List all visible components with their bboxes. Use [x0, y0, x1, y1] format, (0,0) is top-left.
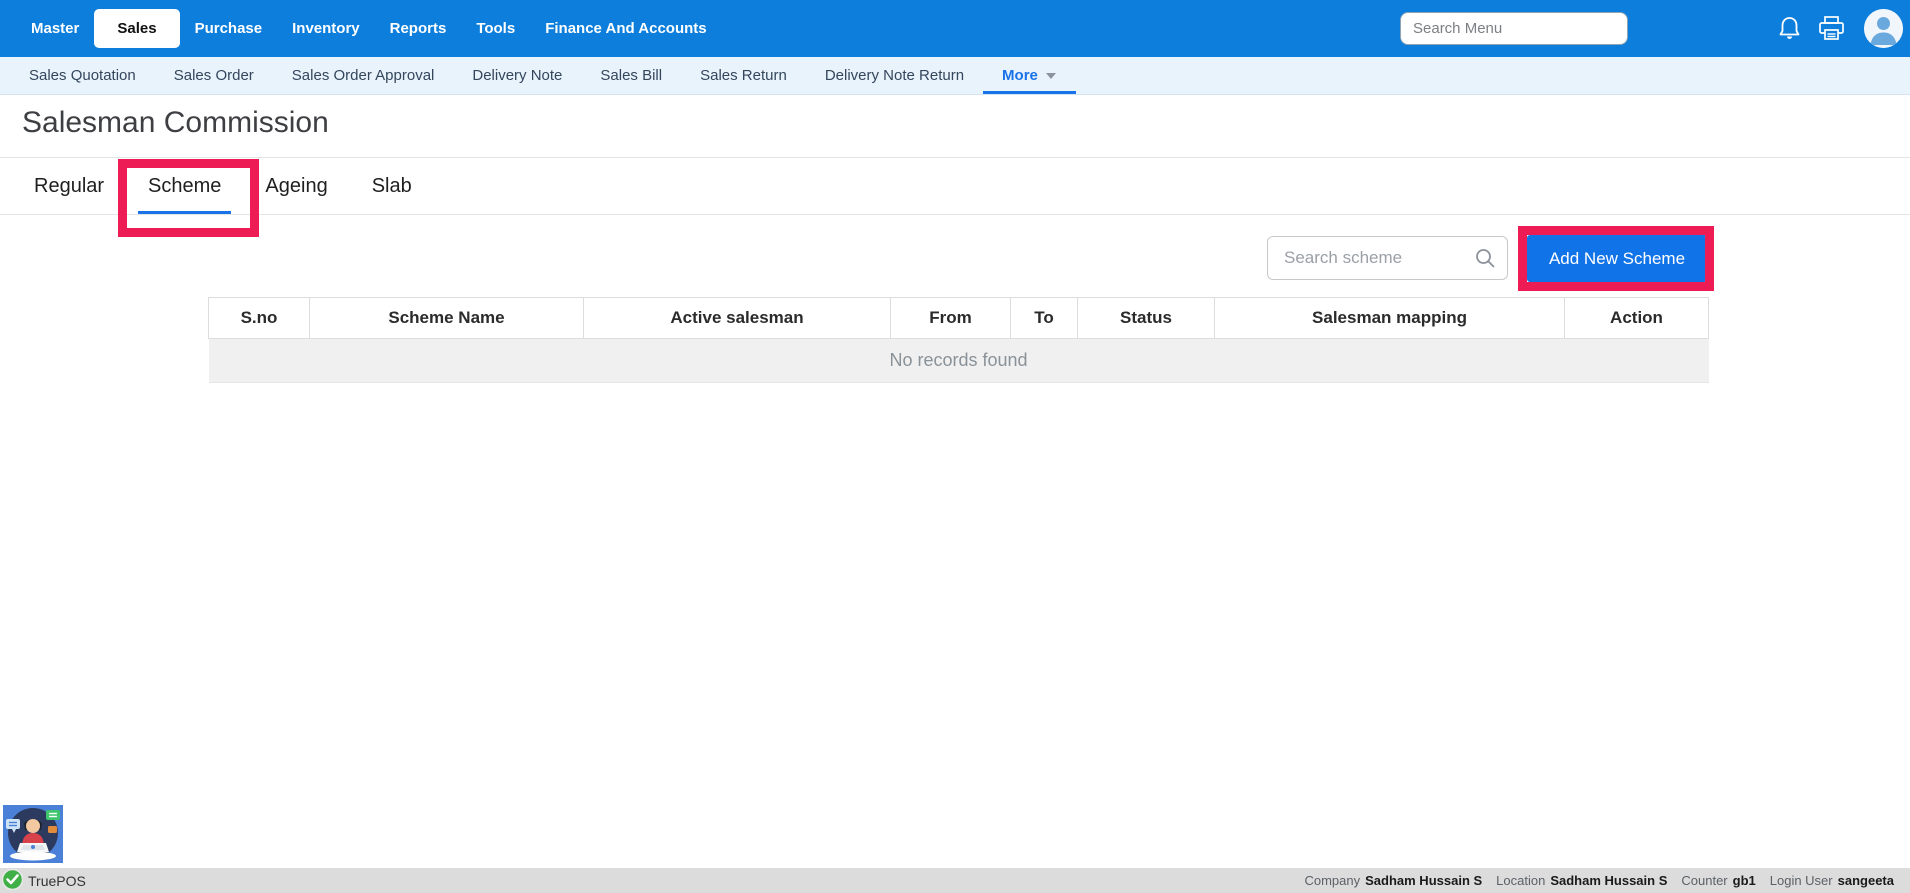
col-header-sno: S.no: [208, 297, 310, 339]
commission-tabstrip: Regular Scheme Ageing Slab: [0, 157, 1910, 215]
topnav-item-finance-and-accounts[interactable]: Finance And Accounts: [530, 9, 721, 48]
topnav-item-inventory[interactable]: Inventory: [277, 9, 375, 48]
add-new-scheme-button[interactable]: Add New Scheme: [1527, 235, 1707, 282]
no-records-message: No records found: [208, 338, 1709, 383]
topnav-item-sales[interactable]: Sales: [94, 9, 180, 48]
top-menu-bar: Master Sales Purchase Inventory Reports …: [0, 0, 1910, 57]
main-nav: Master Sales Purchase Inventory Reports …: [16, 9, 722, 48]
col-header-from: From: [890, 297, 1011, 339]
scheme-search-wrap: [1267, 236, 1508, 280]
status-bar: TruePOS Company Sadham Hussain S Locatio…: [0, 868, 1910, 893]
more-label: More: [1002, 67, 1038, 84]
topnav-item-master[interactable]: Master: [16, 9, 94, 48]
status-field-location: Location Sadham Hussain S: [1496, 873, 1667, 888]
subnav-item-sales-return[interactable]: Sales Return: [681, 57, 806, 94]
subnav-item-delivery-note[interactable]: Delivery Note: [453, 57, 581, 94]
printer-icon[interactable]: [1818, 16, 1845, 41]
tab-slab[interactable]: Slab: [350, 158, 434, 214]
magnifier-icon: [1474, 247, 1496, 274]
status-label: Login User: [1769, 873, 1833, 888]
subnav-item-sales-quotation[interactable]: Sales Quotation: [10, 57, 155, 94]
status-value: Sadham Hussain S: [1365, 873, 1483, 888]
col-header-salesman-mapping: Salesman mapping: [1214, 297, 1565, 339]
sales-subnav: Sales Quotation Sales Order Sales Order …: [0, 57, 1910, 95]
subnav-item-sales-order-approval[interactable]: Sales Order Approval: [273, 57, 454, 94]
status-field-counter: Counter gb1: [1681, 873, 1755, 888]
status-label: Company: [1304, 873, 1361, 888]
brand: TruePOS: [1, 868, 86, 893]
empty-row: No records found: [208, 338, 1709, 383]
caret-down-icon: [1045, 67, 1057, 84]
col-header-status: Status: [1077, 297, 1215, 339]
status-label: Counter: [1681, 873, 1728, 888]
subnav-item-more[interactable]: More: [983, 57, 1076, 94]
session-info: Company Sadham Hussain S Location Sadham…: [1304, 873, 1894, 888]
topnav-item-tools[interactable]: Tools: [461, 9, 530, 48]
status-value: sangeeta: [1837, 873, 1894, 888]
status-value: gb1: [1732, 873, 1756, 888]
col-header-active-salesman: Active salesman: [583, 297, 891, 339]
col-header-to: To: [1010, 297, 1078, 339]
col-header-action: Action: [1564, 297, 1709, 339]
subnav-item-sales-bill[interactable]: Sales Bill: [581, 57, 681, 94]
status-field-company: Company Sadham Hussain S: [1304, 873, 1482, 888]
subnav-item-delivery-note-return[interactable]: Delivery Note Return: [806, 57, 983, 94]
status-value: Sadham Hussain S: [1550, 873, 1668, 888]
tab-regular[interactable]: Regular: [12, 158, 126, 214]
support-chat-icon[interactable]: [3, 805, 63, 863]
status-label: Location: [1496, 873, 1546, 888]
topnav-item-reports[interactable]: Reports: [375, 9, 462, 48]
col-header-scheme-name: Scheme Name: [309, 297, 584, 339]
scheme-search-input[interactable]: [1267, 236, 1508, 280]
user-avatar-icon[interactable]: [1864, 9, 1903, 48]
green-check-icon: [1, 868, 24, 893]
bell-icon[interactable]: [1777, 15, 1802, 42]
scheme-table: S.no Scheme Name Active salesman From To…: [208, 297, 1709, 383]
status-field-login-user: Login User sangeeta: [1770, 873, 1894, 888]
brand-label: TruePOS: [28, 872, 86, 889]
subnav-item-sales-order[interactable]: Sales Order: [155, 57, 273, 94]
tab-ageing[interactable]: Ageing: [243, 158, 349, 214]
menu-search-input[interactable]: [1400, 12, 1628, 45]
tab-scheme[interactable]: Scheme: [126, 158, 243, 214]
table-header-row: S.no Scheme Name Active salesman From To…: [208, 297, 1709, 339]
topnav-item-purchase[interactable]: Purchase: [180, 9, 278, 48]
page-title: Salesman Commission: [22, 106, 329, 139]
